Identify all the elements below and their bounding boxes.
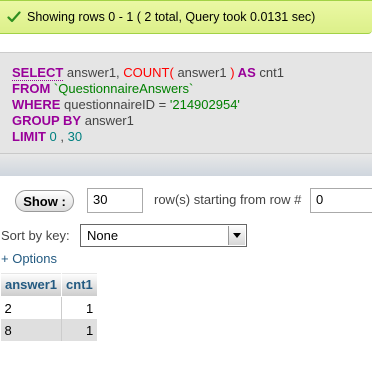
sql-keyword-where: WHERE (12, 97, 61, 112)
sql-text: cnt1 (255, 65, 284, 80)
options-link[interactable]: + Options (1, 251, 57, 266)
cell-cnt1: 1 (61, 319, 98, 341)
start-row-input[interactable]: 0 (310, 188, 372, 213)
sql-text: , (56, 129, 68, 144)
sort-selected-value: None (87, 228, 119, 243)
sql-keyword-select[interactable]: SELECT (12, 65, 64, 81)
sql-query-box: SELECT answer1, COUNT( answer1 ) AS cnt1… (0, 52, 372, 176)
success-banner: Showing rows 0 - 1 ( 2 total, Query took… (0, 0, 372, 34)
sql-code: SELECT answer1, COUNT( answer1 ) AS cnt1… (12, 65, 284, 145)
table-header-row: answer1 cnt1 (0, 272, 98, 297)
sql-line-5: LIMIT 0 , 30 (12, 129, 284, 145)
sql-string: '214902954' (169, 97, 240, 112)
sql-text: answer1 (81, 113, 134, 128)
sql-keyword-as: AS (234, 65, 256, 80)
column-header-answer1[interactable]: answer1 (0, 272, 63, 297)
sql-function-count: COUNT( (123, 65, 174, 80)
sql-number: 30 (67, 129, 83, 144)
rows-count-input[interactable]: 30 (87, 188, 143, 213)
sql-box-footer (0, 153, 372, 176)
sql-line-4: GROUP BY answer1 (12, 113, 284, 129)
sql-keyword-limit: LIMIT (12, 129, 46, 144)
show-button[interactable]: Show : (15, 190, 74, 212)
sql-line-2: FROM `QuestionnaireAnswers` (12, 81, 284, 97)
chevron-down-icon[interactable] (228, 226, 245, 245)
sql-line-1: SELECT answer1, COUNT( answer1 ) AS cnt1 (12, 65, 284, 81)
column-header-cnt1[interactable]: cnt1 (61, 272, 98, 297)
sql-number: 0 (45, 129, 57, 144)
sort-label: Sort by key: (1, 228, 70, 243)
table-row[interactable]: 2 1 (0, 296, 98, 319)
check-icon (7, 11, 21, 23)
sql-table-name: `QuestionnaireAnswers` (50, 81, 194, 96)
sql-keyword-groupby: GROUP BY (12, 113, 82, 128)
cell-answer1: 8 (0, 319, 62, 341)
cell-answer1: 2 (0, 296, 62, 319)
sql-line-3: WHERE questionnaireID = '214902954' (12, 97, 284, 113)
table-row[interactable]: 8 1 (0, 319, 98, 341)
rows-label: row(s) starting from row # (154, 192, 302, 207)
success-message: Showing rows 0 - 1 ( 2 total, Query took… (27, 10, 316, 24)
results-table: answer1 cnt1 2 1 8 1 (0, 272, 98, 341)
sql-text: answer1, (63, 65, 124, 80)
sql-keyword-from: FROM (12, 81, 51, 96)
cell-cnt1: 1 (61, 296, 98, 319)
sql-text: questionnaireID = (60, 97, 170, 112)
sql-text: answer1 (173, 65, 231, 80)
sort-key-select[interactable]: None (80, 224, 247, 247)
